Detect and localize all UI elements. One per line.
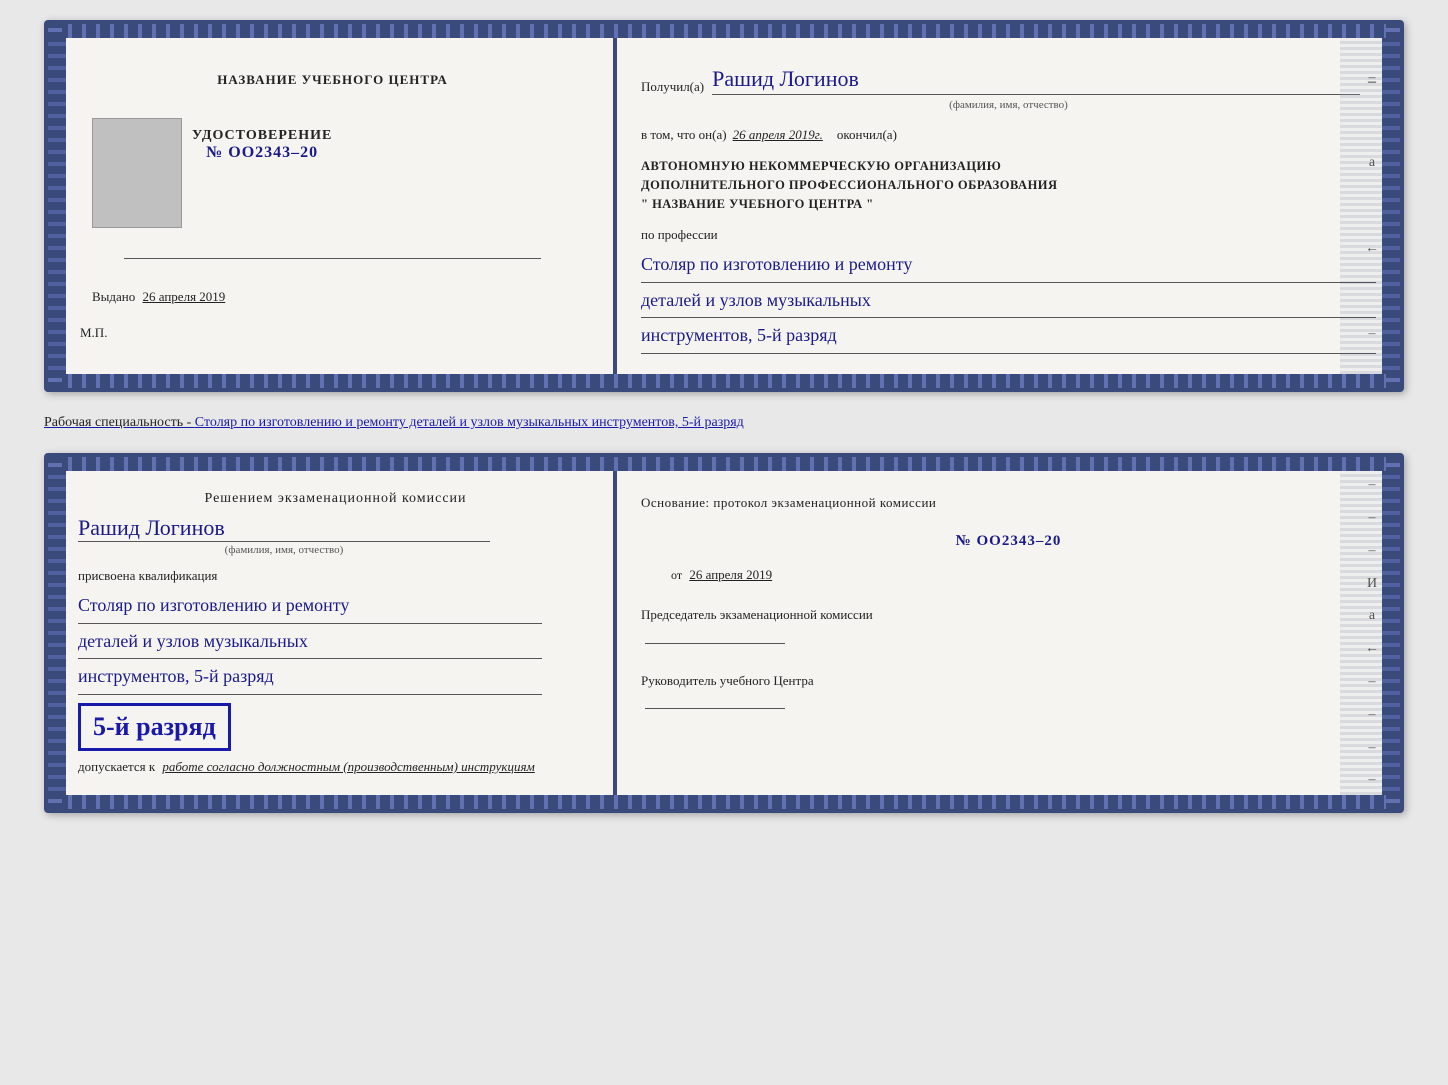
osnovanie-block: Основание: протокол экзаменационной коми… [641, 491, 1376, 587]
side-marks-top: – а ← – [1364, 38, 1380, 374]
vtom-row: в том, что он(а) 26 апреля 2019г. окончи… [641, 127, 1376, 143]
okonchil-label: окончил(а) [837, 127, 897, 143]
org-line3: " НАЗВАНИЕ УЧЕБНОГО ЦЕНТРА " [641, 195, 1376, 214]
specialty-value: Столяр по изготовлению и ремонту деталей… [195, 415, 744, 430]
certificate-card-bottom: Решением экзаменационной комиссии Рашид … [44, 453, 1404, 813]
org-line1: АВТОНОМНУЮ НЕКОММЕРЧЕСКУЮ ОРГАНИЗАЦИЮ [641, 157, 1376, 176]
resheniye-label: Решением экзаменационной комиссии [78, 491, 593, 507]
recipient-row: Получил(а) Рашид Логинов – [641, 66, 1376, 95]
fio-hint-top: (фамилия, имя, отчество) [641, 99, 1376, 111]
top-border [48, 24, 1400, 38]
bottom-border [48, 374, 1400, 388]
ot-date: 26 апреля 2019 [689, 567, 772, 582]
certificate-card-top: НАЗВАНИЕ УЧЕБНОГО ЦЕНТРА УДОСТОВЕРЕНИЕ №… [44, 20, 1404, 392]
top-border-bottom [48, 457, 1400, 471]
side-marks-bottom: – – – И а ← – – – – [1364, 471, 1380, 795]
profession-line3: инструментов, 5-й разряд [641, 325, 837, 345]
card-bottom-right: Основание: протокол экзаменационной коми… [617, 471, 1400, 795]
school-name-top: НАЗВАНИЕ УЧЕБНОГО ЦЕНТРА [217, 72, 448, 88]
specialty-prefix: Рабочая специальность - [44, 415, 195, 430]
specialty-label: Рабочая специальность - Столяр по изгото… [44, 412, 1404, 433]
certificate-number: № OO2343–20 [192, 144, 332, 162]
dopuskaetsya-block: допускается к работе согласно должностны… [78, 759, 535, 775]
ot-row: от 26 апреля 2019 [641, 563, 1376, 587]
predsedatel-block: Председатель экзаменационной комиссии [641, 605, 1376, 651]
vydano-label: Выдано [92, 289, 135, 304]
profession-line1: Столяр по изготовлению и ремонту [641, 254, 912, 274]
profession-line2: деталей и узлов музыкальных [641, 290, 871, 310]
vtom-date: 26 апреля 2019г. [733, 127, 823, 143]
mp-label: М.П. [80, 325, 107, 341]
rank-box: 5-й разряд [78, 703, 231, 751]
osnovanie-label: Основание: протокол экзаменационной коми… [641, 491, 1376, 514]
po-professii-label: по профессии [641, 227, 1376, 243]
person-name: Рашид Логинов [78, 515, 490, 542]
rukovoditel-sig-line [645, 708, 785, 709]
protocol-number: № OO2343–20 [641, 528, 1376, 555]
prisvoena-label: присвоена квалификация [78, 568, 217, 584]
ot-label: от [671, 568, 682, 582]
bottom-border-bottom [48, 795, 1400, 809]
photo-placeholder [92, 118, 182, 228]
org-line2: ДОПОЛНИТЕЛЬНОГО ПРОФЕССИОНАЛЬНОГО ОБРАЗО… [641, 176, 1376, 195]
card-top-left: НАЗВАНИЕ УЧЕБНОГО ЦЕНТРА УДОСТОВЕРЕНИЕ №… [48, 38, 615, 374]
predsedatel-sig-line [645, 643, 785, 644]
rukovoditel-block: Руководитель учебного Центра [641, 671, 1376, 717]
org-text: АВТОНОМНУЮ НЕКОММЕРЧЕСКУЮ ОРГАНИЗАЦИЮ ДО… [641, 157, 1376, 213]
profession-block-top: по профессии Столяр по изготовлению и ре… [641, 227, 1376, 354]
card-top-right: Получил(а) Рашид Логинов – (фамилия, имя… [617, 38, 1400, 374]
certificate-block: УДОСТОВЕРЕНИЕ № OO2343–20 [192, 128, 332, 228]
predsedatel-label: Председатель экзаменационной комиссии [641, 605, 1376, 626]
certificate-label: УДОСТОВЕРЕНИЕ [192, 128, 332, 144]
card-bottom-left: Решением экзаменационной комиссии Рашид … [48, 471, 615, 795]
dopuskaetsya-label: допускается к [78, 759, 155, 774]
qual-line2: деталей и узлов музыкальных [78, 631, 308, 651]
vydano-date: 26 апреля 2019 [143, 289, 226, 304]
qual-line3: инструментов, 5-й разряд [78, 666, 274, 686]
vtom-label: в том, что он(а) [641, 127, 727, 143]
poluchil-label: Получил(а) [641, 79, 704, 95]
fio-hint-bottom: (фамилия, имя, отчество) [78, 544, 490, 556]
dopuskaetsya-value: работе согласно должностным (производств… [162, 759, 534, 774]
qual-line1: Столяр по изготовлению и ремонту [78, 595, 349, 615]
vydano-row: Выдано 26 апреля 2019 [92, 289, 225, 305]
rukovoditel-label: Руководитель учебного Центра [641, 671, 1376, 692]
recipient-name: Рашид Логинов [712, 66, 1360, 95]
rank-text: 5-й разряд [93, 712, 216, 741]
